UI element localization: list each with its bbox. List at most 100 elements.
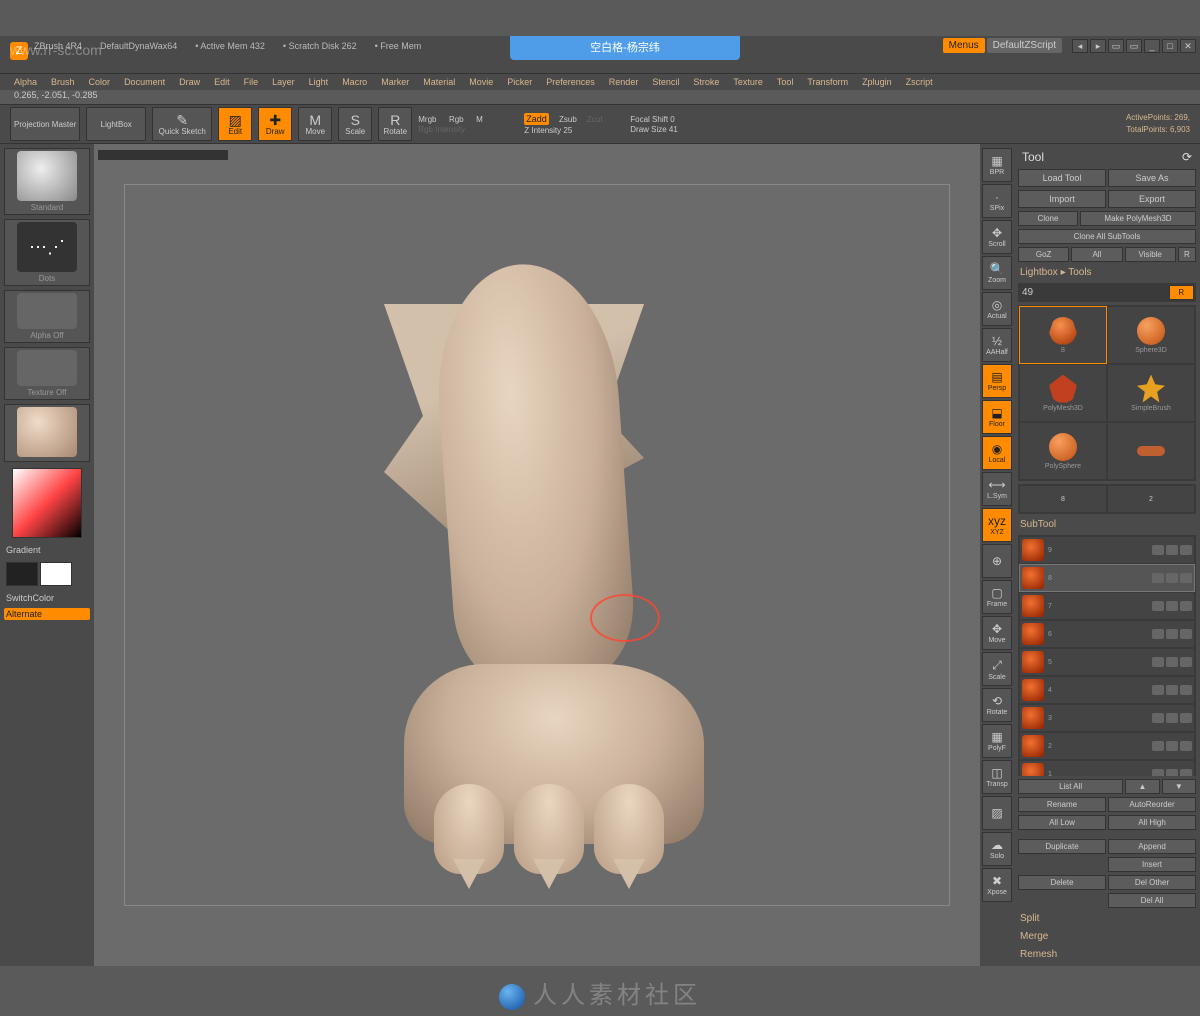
tool-item-sphere[interactable]: Sphere3D [1108,307,1194,363]
z-intensity-slider[interactable]: Z Intensity 25 [524,126,624,135]
rside-Actual-button[interactable]: ◎Actual [982,292,1012,326]
vis-icon[interactable] [1152,685,1164,695]
menu-render[interactable]: Render [609,77,639,87]
zcut-toggle[interactable]: Zcut [587,115,603,124]
rside-Move-button[interactable]: ✥Move [982,616,1012,650]
rside-Rotate-button[interactable]: ⟲Rotate [982,688,1012,722]
import-button[interactable]: Import [1018,190,1106,208]
delete-button[interactable]: Delete [1018,875,1106,890]
scale-button[interactable]: SScale [338,107,372,141]
rside-PolyF-button[interactable]: ▦PolyF [982,724,1012,758]
vis-icon[interactable] [1166,573,1178,583]
vis-icon[interactable] [1166,629,1178,639]
subtool-row[interactable]: 6 [1020,621,1194,647]
goz-all-button[interactable]: All [1071,247,1122,262]
menu-macro[interactable]: Macro [342,77,367,87]
brush-thumb[interactable]: Standard [4,148,90,215]
rside-Persp-button[interactable]: ▤Persp [982,364,1012,398]
vis-icon[interactable] [1152,657,1164,667]
focal-shift-slider[interactable]: Focal Shift 0 [630,115,730,124]
rside-Transp-button[interactable]: ◫Transp [982,760,1012,794]
delother-button[interactable]: Del Other [1108,875,1196,890]
menu-edit[interactable]: Edit [214,77,230,87]
vis-icon[interactable] [1152,601,1164,611]
close-icon[interactable]: ✕ [1180,39,1196,53]
zadd-toggle[interactable]: Zadd [524,113,549,125]
vis-icon[interactable] [1166,685,1178,695]
clone-button[interactable]: Clone [1018,211,1078,226]
menu-draw[interactable]: Draw [179,77,200,87]
viewport[interactable] [94,144,980,966]
eye-icon[interactable] [1180,713,1192,723]
menu-layer[interactable]: Layer [272,77,295,87]
menu-stencil[interactable]: Stencil [652,77,679,87]
rside-Xpose-button[interactable]: ✖Xpose [982,868,1012,902]
alpha-thumb[interactable]: Alpha Off [4,290,90,343]
vis-icon[interactable] [1152,769,1164,776]
delall-button[interactable]: Del All [1108,893,1196,908]
alllow-button[interactable]: All Low [1018,815,1106,830]
subtool-row[interactable]: 1 [1020,761,1194,776]
goz-r-button[interactable]: R [1178,247,1196,262]
zsub-toggle[interactable]: Zsub [559,115,577,124]
rside-Scroll-button[interactable]: ✥Scroll [982,220,1012,254]
subtool-row[interactable]: 3 [1020,705,1194,731]
menu-texture[interactable]: Texture [733,77,763,87]
vis-icon[interactable] [1152,741,1164,751]
rside-blank-button[interactable]: ▨ [982,796,1012,830]
rside-Solo-button[interactable]: ☁Solo [982,832,1012,866]
eye-icon[interactable] [1180,741,1192,751]
goz-visible-button[interactable]: Visible [1125,247,1176,262]
eye-icon[interactable] [1180,545,1192,555]
vis-icon[interactable] [1166,601,1178,611]
menu-alpha[interactable]: Alpha [14,77,37,87]
arrow-up-icon[interactable]: ▲ [1125,779,1159,794]
goz-button[interactable]: GoZ [1018,247,1069,262]
gradient-label[interactable]: Gradient [4,544,90,556]
rside-AAHalf-button[interactable]: ½AAHalf [982,328,1012,362]
rside-Zoom-button[interactable]: 🔍Zoom [982,256,1012,290]
eye-icon[interactable] [1180,601,1192,611]
tool-item-extra[interactable] [1108,423,1194,479]
alternate-button[interactable]: Alternate [4,608,90,620]
rside-XYZ-button[interactable]: xyzXYZ [982,508,1012,542]
load-tool-button[interactable]: Load Tool [1018,169,1106,187]
menu-zplugin[interactable]: Zplugin [862,77,892,87]
tool-item-active[interactable]: 8 [1020,307,1106,363]
vis-icon[interactable] [1166,545,1178,555]
insert-button[interactable]: Insert [1108,857,1196,872]
nav-prev-icon[interactable]: ◂ [1072,39,1088,53]
m-toggle[interactable]: M [476,115,483,124]
subtool-row[interactable]: 5 [1020,649,1194,675]
subtool-row[interactable]: 9 [1020,537,1194,563]
vis-icon[interactable] [1152,545,1164,555]
grid-r-button[interactable]: R [1169,285,1194,300]
draw-size-slider[interactable]: Draw Size 41 [630,125,730,134]
tool-small-2[interactable]: 2 [1108,486,1194,512]
tool-item-polymesh[interactable]: PolyMesh3D [1020,365,1106,421]
vis-icon[interactable] [1152,713,1164,723]
refresh-icon[interactable]: ⟳ [1182,150,1192,164]
color-picker[interactable] [12,468,82,538]
rside-Local-button[interactable]: ◉Local [982,436,1012,470]
lightbox-button[interactable]: LightBox [86,107,146,141]
subtool-row[interactable]: 8 [1020,565,1194,591]
rotate-button[interactable]: RRotate [378,107,412,141]
rside-SPix-button[interactable]: ·SPix [982,184,1012,218]
clone-all-button[interactable]: Clone All SubTools [1018,229,1196,244]
script-button[interactable]: DefaultZScript [987,38,1062,53]
rside-Frame-button[interactable]: ▢Frame [982,580,1012,614]
remesh-section[interactable]: Remesh [1018,947,1196,962]
stroke-thumb[interactable]: ⋯⋰Dots [4,219,90,286]
eye-icon[interactable] [1180,573,1192,583]
material-thumb[interactable] [4,404,90,462]
grid-slider[interactable]: 49 [1020,285,1167,300]
vis-icon[interactable] [1152,573,1164,583]
tool-item-simplebrush[interactable]: SimpleBrush [1108,365,1194,421]
menu-brush[interactable]: Brush [51,77,75,87]
rside-Scale-button[interactable]: ⤢Scale [982,652,1012,686]
projection-master-button[interactable]: Projection Master [10,107,80,141]
menu-transform[interactable]: Transform [807,77,848,87]
nav-next-icon[interactable]: ▸ [1090,39,1106,53]
arrow-down-icon[interactable]: ▼ [1162,779,1196,794]
